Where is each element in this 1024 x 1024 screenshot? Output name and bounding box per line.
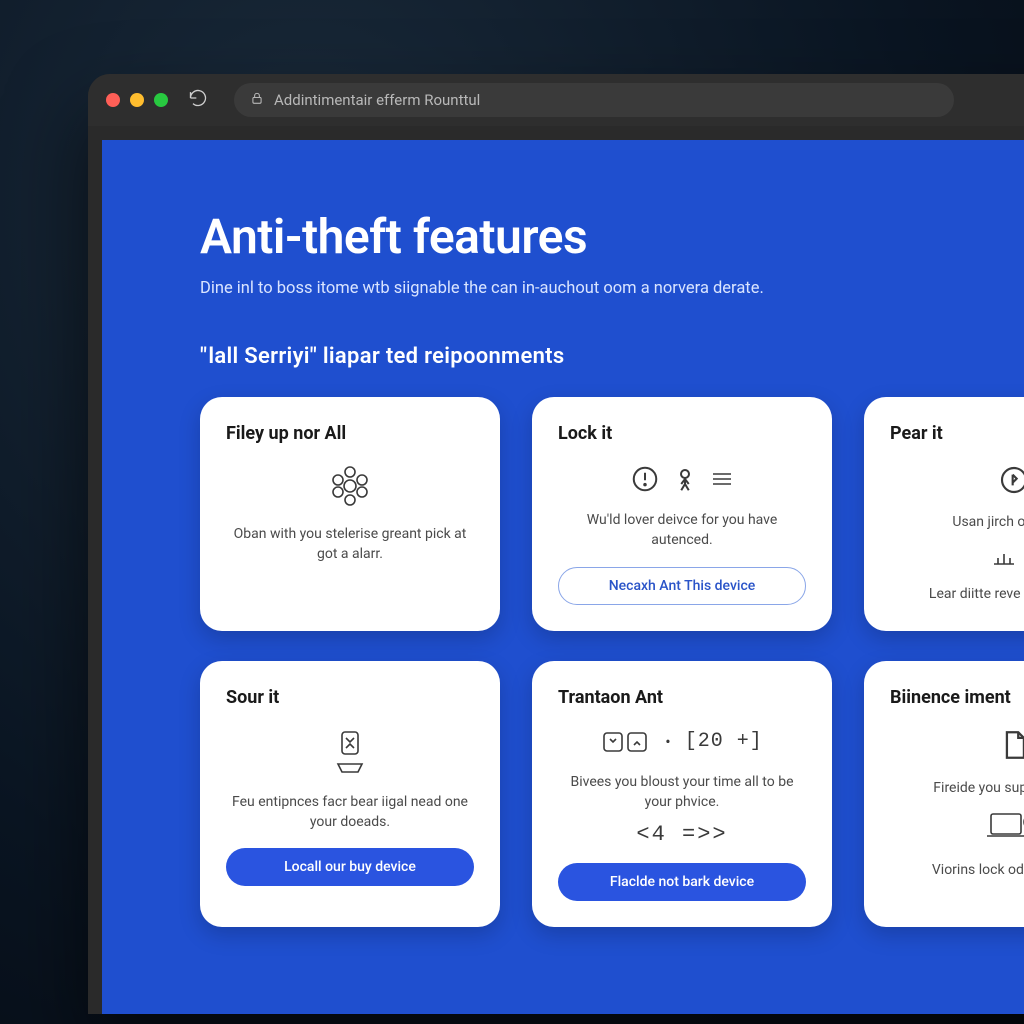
page-subtitle: Dine inl to boss itome wtb siignable the… [200, 279, 1024, 298]
feature-cards-grid: Filey up nor All Oban with you stelerise… [200, 397, 1024, 927]
browser-window: Addintimentair efferm Rounttul Anti-thef… [88, 74, 1024, 1014]
lock-device-button[interactable]: Necaxh Ant This device [558, 567, 806, 605]
plus-network-icon: + [890, 546, 1024, 568]
alarm-icon [226, 464, 474, 508]
pair-icon [890, 464, 1024, 496]
feature-card-track[interactable]: Trantaon Ant • [20 +] Bivees you bloust … [532, 661, 832, 928]
card-title: Trantaon Ant [558, 687, 806, 708]
card-desc: Feu entipnces facr bear iigal nead one y… [226, 792, 474, 833]
url-text: Addintimentair efferm Rounttul [274, 91, 480, 109]
track-icons: • [20 +] [558, 728, 806, 756]
card-title: Pear it [890, 423, 1024, 444]
section-heading: lall Serriyi" liapar ted reipoonments [200, 344, 1024, 369]
feature-card-locate[interactable]: Sour it Feu entipnces facr bear iigal ne… [200, 661, 500, 928]
card-desc-secondary: Viorins lock od to fill to pia [890, 860, 1024, 880]
card-desc: Fireide you supn link pnati [890, 778, 1024, 798]
dot-separator: • [665, 732, 670, 751]
address-bar[interactable]: Addintimentair efferm Rounttul [234, 83, 954, 117]
devices-icon [601, 728, 651, 756]
card-desc: Oban with you stelerise greant pick at g… [226, 524, 474, 565]
page-content: Anti-theft features Dine inl to boss ito… [102, 140, 1024, 1014]
lock-icon [250, 91, 264, 109]
code-text: [20 +] [685, 730, 763, 753]
card-desc: Bivees you bloust your time all to be yo… [558, 772, 806, 813]
feature-card-lock[interactable]: Lock it Wu'ld lover deivce for you have … [532, 397, 832, 631]
card-title: Biinence iment [890, 687, 1024, 708]
close-window-button[interactable] [106, 93, 120, 107]
locate-device-button[interactable]: Locall our buy device [226, 848, 474, 886]
list-icon [710, 469, 734, 489]
card-desc-secondary: Lear diitte reve ditalls . fack [890, 584, 1024, 604]
maximize-window-button[interactable] [154, 93, 168, 107]
card-desc: Wu'ld lover deivce for you have autenced… [558, 510, 806, 551]
document-icon [890, 728, 1024, 762]
page-title: Anti-theft features [200, 208, 1024, 265]
alert-icon [630, 464, 660, 494]
lock-device-icons [558, 464, 806, 494]
card-title: Sour it [226, 687, 474, 708]
browser-toolbar: Addintimentair efferm Rounttul [88, 74, 1024, 126]
feature-card-alarm[interactable]: Filey up nor All Oban with you stelerise… [200, 397, 500, 631]
minimize-window-button[interactable] [130, 93, 144, 107]
locate-icon [226, 728, 474, 776]
window-controls [106, 93, 168, 107]
track-device-button[interactable]: Flaclde not bark device [558, 863, 806, 901]
person-icon [670, 464, 700, 494]
laptop-user-icon [890, 808, 1024, 844]
card-title: Filey up nor All [226, 423, 474, 444]
feature-card-pair[interactable]: Pear it Usan jirch on dem o + Lear diitt… [864, 397, 1024, 631]
code-text-2: <4 =>> [558, 822, 806, 847]
feature-card-manage[interactable]: Biinence iment Fireide you supn link pna… [864, 661, 1024, 928]
card-desc: Usan jirch on dem o [890, 512, 1024, 532]
reload-button[interactable] [188, 88, 208, 112]
card-title: Lock it [558, 423, 806, 444]
